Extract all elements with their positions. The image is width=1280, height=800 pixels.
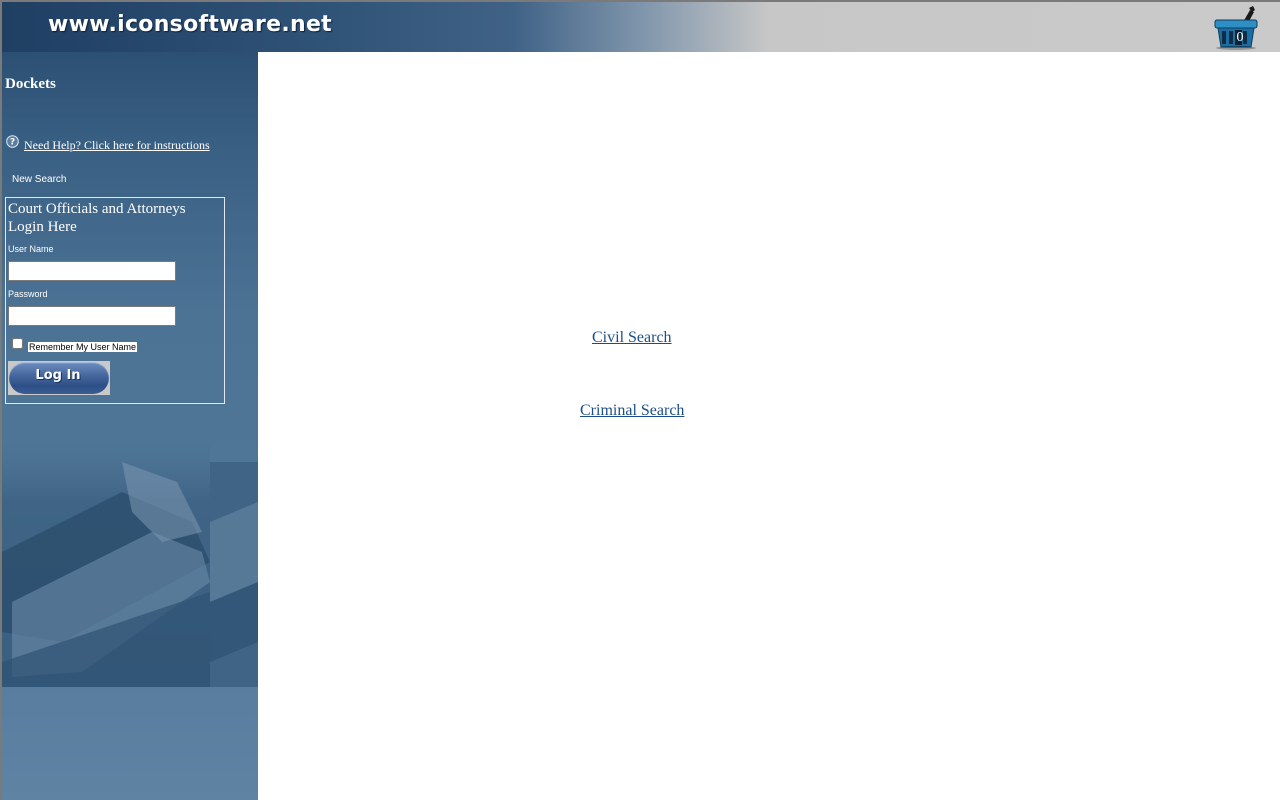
remember-username-checkbox[interactable] [12,338,23,349]
remember-username-label[interactable]: Remember My User Name [28,342,138,352]
help-instructions-link[interactable]: Need Help? Click here for instructions [24,138,210,153]
question-circle-icon: ? [6,135,19,148]
password-label: Password [8,289,48,299]
password-input[interactable] [8,306,176,326]
criminal-search-link[interactable]: Criminal Search [580,402,684,420]
login-panel: Court Officials and Attorneys Login Here… [5,197,225,404]
login-heading: Court Officials and Attorneys Login Here [8,201,186,235]
gavel-book-background-image [2,422,258,687]
cart-count: 0 [1236,30,1244,45]
section-title: Dockets [5,76,56,92]
login-button[interactable]: Log In [8,361,110,395]
sidebar: Dockets ? Need Help? Click here for inst… [2,52,258,800]
login-button-label: Log In [35,368,81,383]
svg-text:?: ? [10,138,15,148]
username-input[interactable] [8,261,176,281]
civil-search-link[interactable]: Civil Search [592,329,672,347]
username-label: User Name [8,244,54,254]
site-title[interactable]: www.iconsoftware.net [48,12,332,37]
main-content: Civil Search Criminal Search [258,52,1280,800]
new-search-link[interactable]: New Search [12,174,66,185]
header-banner: www.iconsoftware.net [2,2,1280,52]
